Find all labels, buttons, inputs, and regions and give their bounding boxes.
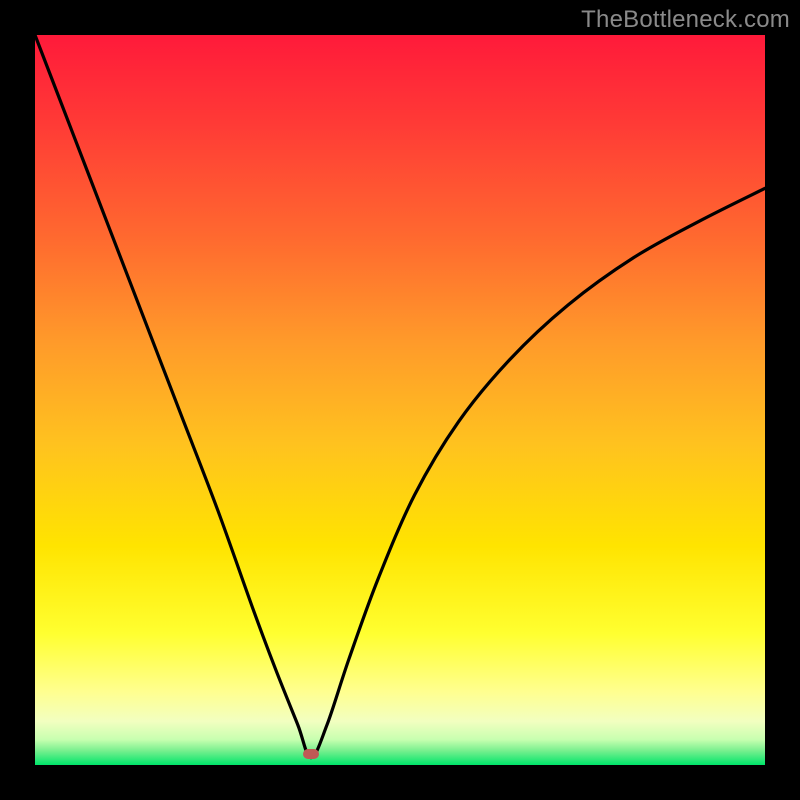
- optimal-point-marker: [303, 749, 319, 759]
- plot-area: [35, 35, 765, 765]
- attribution-text: TheBottleneck.com: [581, 6, 790, 34]
- chart-frame: TheBottleneck.com: [0, 0, 800, 800]
- background-gradient: [35, 35, 765, 765]
